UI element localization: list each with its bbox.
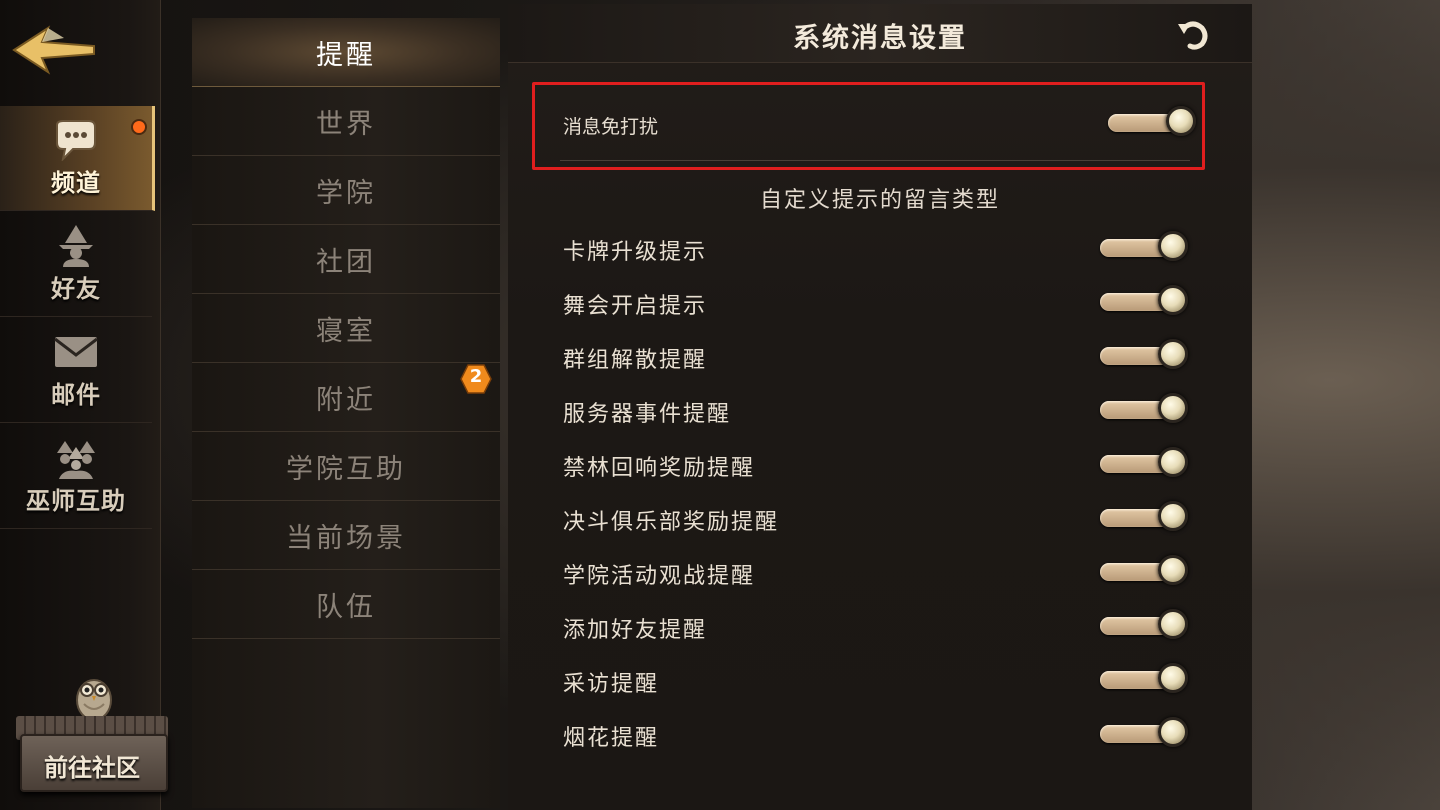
nearby-unread-badge: 2: [460, 364, 492, 394]
setting-label: 群组解散提醒: [563, 348, 708, 373]
toggle-knob: [1158, 393, 1188, 423]
tab-label: 社团: [316, 246, 376, 278]
tab-club[interactable]: 社团: [192, 225, 500, 294]
toggle-knob: [1158, 339, 1188, 369]
setting-label: 决斗俱乐部奖励提醒: [563, 510, 780, 535]
tab-label: 寝室: [316, 315, 376, 347]
toggle-interview[interactable]: [1100, 663, 1192, 695]
toggle-knob: [1158, 285, 1188, 315]
tab-label: 学院: [316, 177, 376, 209]
toggle-fireworks[interactable]: [1100, 717, 1192, 749]
rail-item-label: 频道: [51, 168, 101, 197]
community-label: 前往社区: [44, 754, 140, 782]
rail-item-label: 好友: [51, 274, 101, 303]
setting-label: 学院活动观战提醒: [563, 564, 756, 589]
rail-item-label: 邮件: [51, 380, 101, 409]
rail-item-mail[interactable]: 邮件: [0, 318, 152, 423]
tab-label: 学院互助: [286, 453, 406, 485]
tab-dorm[interactable]: 寝室: [192, 294, 500, 363]
tab-academy[interactable]: 学院: [192, 156, 500, 225]
wizards-group-icon: [57, 440, 95, 479]
divider: [560, 160, 1190, 161]
setting-label: 添加好友提醒: [563, 618, 708, 643]
tab-team[interactable]: 队伍: [192, 570, 500, 639]
chat-bubble-icon: [56, 119, 96, 161]
panel-header: 系统消息设置: [508, 4, 1252, 63]
tab-reminder[interactable]: 提醒: [192, 18, 500, 87]
rail-item-label: 巫师互助: [26, 486, 126, 515]
toggle-academy-spectate[interactable]: [1100, 555, 1192, 587]
rail-item-friends[interactable]: 好友: [0, 212, 152, 317]
toggle-knob: [1158, 447, 1188, 477]
panel-title: 系统消息设置: [793, 23, 967, 54]
toggle-duel-club-reward[interactable]: [1100, 501, 1192, 533]
notification-dot: [131, 119, 147, 135]
envelope-icon: [54, 336, 98, 367]
side-nav-rail: 频道 好友 邮件 巫师互助 前往社区: [0, 0, 168, 810]
rail-item-wizard-help[interactable]: 巫师互助: [0, 424, 152, 529]
toggle-knob: [1158, 663, 1188, 693]
toggle-add-friend[interactable]: [1100, 609, 1192, 641]
do-not-disturb-toggle[interactable]: [1108, 106, 1200, 138]
tab-label: 附近: [316, 384, 376, 416]
tab-nearby[interactable]: 附近: [192, 363, 500, 432]
setting-label: 禁林回响奖励提醒: [563, 456, 756, 481]
setting-label: 舞会开启提示: [563, 294, 708, 319]
toggle-server-event[interactable]: [1100, 393, 1192, 425]
toggle-knob: [1158, 717, 1188, 747]
setting-label: 卡牌升级提示: [563, 240, 708, 265]
tab-current-scene[interactable]: 当前场景: [192, 501, 500, 570]
toggle-ball-open[interactable]: [1100, 285, 1192, 317]
tab-world[interactable]: 世界: [192, 87, 500, 156]
tab-academy-help[interactable]: 学院互助: [192, 432, 500, 501]
section-title: 自定义提示的留言类型: [759, 188, 1000, 213]
toggle-card-upgrade[interactable]: [1100, 231, 1192, 263]
tab-label: 世界: [316, 108, 376, 140]
toggle-group-disband[interactable]: [1100, 339, 1192, 371]
toggle-knob: [1166, 106, 1196, 136]
do-not-disturb-label: 消息免打扰: [563, 116, 659, 138]
toggle-knob: [1158, 501, 1188, 531]
owl-icon: [76, 679, 112, 721]
badge-count: 2: [469, 366, 483, 387]
toggle-knob: [1158, 231, 1188, 261]
setting-label: 采访提醒: [563, 672, 660, 697]
toggle-knob: [1158, 609, 1188, 639]
wizard-icon: [59, 224, 93, 267]
tab-label: 提醒: [316, 39, 376, 71]
setting-label: 服务器事件提醒: [563, 402, 732, 427]
back-arrow-icon[interactable]: [8, 20, 98, 80]
tab-label: 队伍: [316, 591, 376, 623]
tab-label: 当前场景: [286, 522, 406, 554]
return-icon[interactable]: [1176, 18, 1210, 52]
toggle-knob: [1158, 555, 1188, 585]
channel-list: 提醒 世界 学院 社团 寝室 附近 学院互助 当前场景 队伍: [192, 18, 500, 808]
toggle-forest-echo-reward[interactable]: [1100, 447, 1192, 479]
go-to-community-button[interactable]: 前往社区: [10, 670, 172, 792]
setting-label: 烟花提醒: [563, 726, 660, 751]
